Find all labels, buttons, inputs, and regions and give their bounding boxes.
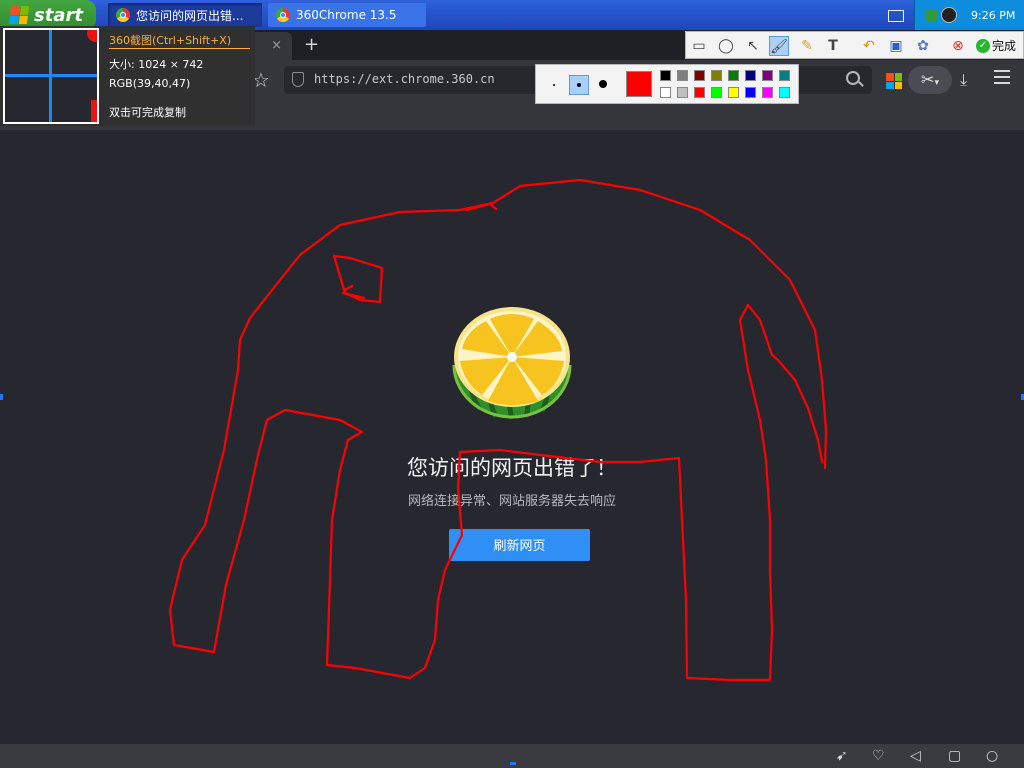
current-color-swatch <box>626 71 652 97</box>
color-swatch[interactable] <box>745 70 756 81</box>
undo-icon[interactable]: ↶ <box>859 36 879 56</box>
color-swatch[interactable] <box>728 87 739 98</box>
done-label: 完成 <box>992 39 1017 53</box>
capture-rgb: RGB(39,40,47) <box>109 77 191 90</box>
color-swatch[interactable] <box>694 87 705 98</box>
capture-hint: 双击可完成复制 <box>109 106 186 119</box>
ellipse-icon[interactable]: ◯ <box>716 36 736 56</box>
color-swatch[interactable] <box>779 70 790 81</box>
color-swatch[interactable] <box>728 70 739 81</box>
selection-handle[interactable] <box>0 394 3 400</box>
pen-size-medium[interactable] <box>569 75 589 95</box>
save-icon[interactable]: ▣ <box>886 36 906 56</box>
color-swatch[interactable] <box>745 87 756 98</box>
arrow-icon[interactable]: ↖ <box>743 36 763 56</box>
annotation-toolbar: ▭ ◯ ↖ 🖌 ✎ T ↶ ▣ ✿ ⊗ ✓ 完成 <box>685 31 1024 59</box>
color-swatch[interactable] <box>660 87 671 98</box>
capture-size: 大小: 1024 × 742 <box>109 58 204 71</box>
done-button[interactable]: ✓ 完成 <box>976 37 1016 54</box>
color-swatch[interactable] <box>762 87 773 98</box>
mosaic-icon[interactable]: ✿ <box>913 36 933 56</box>
zoom-preview <box>3 28 99 124</box>
check-icon: ✓ <box>976 38 990 53</box>
color-swatch[interactable] <box>762 70 773 81</box>
rectangle-icon[interactable]: ▭ <box>689 36 709 56</box>
pen-size-large[interactable] <box>594 75 614 95</box>
color-swatch[interactable] <box>677 87 688 98</box>
selection-handle[interactable] <box>510 762 516 765</box>
zoom-red-stroke <box>87 30 97 42</box>
highlighter-icon[interactable]: ✎ <box>797 36 817 56</box>
capture-title: 360截图(Ctrl+Shift+X) <box>109 34 232 47</box>
pen-size-small[interactable] <box>544 75 564 95</box>
brush-icon[interactable]: 🖌 <box>769 36 789 56</box>
capture-magnifier: 360截图(Ctrl+Shift+X) 大小: 1024 × 742 RGB(3… <box>0 26 255 126</box>
color-swatch[interactable] <box>711 70 722 81</box>
color-swatch[interactable] <box>694 70 705 81</box>
zoom-red-stroke-2 <box>91 100 97 122</box>
color-swatch[interactable] <box>660 70 671 81</box>
color-swatch[interactable] <box>677 70 688 81</box>
color-palette <box>535 64 799 104</box>
text-icon[interactable]: T <box>823 36 843 56</box>
crosshair-vertical <box>49 30 52 122</box>
color-swatch[interactable] <box>711 87 722 98</box>
capture-divider <box>109 48 250 49</box>
cancel-icon[interactable]: ⊗ <box>948 36 968 56</box>
color-swatch[interactable] <box>779 87 790 98</box>
